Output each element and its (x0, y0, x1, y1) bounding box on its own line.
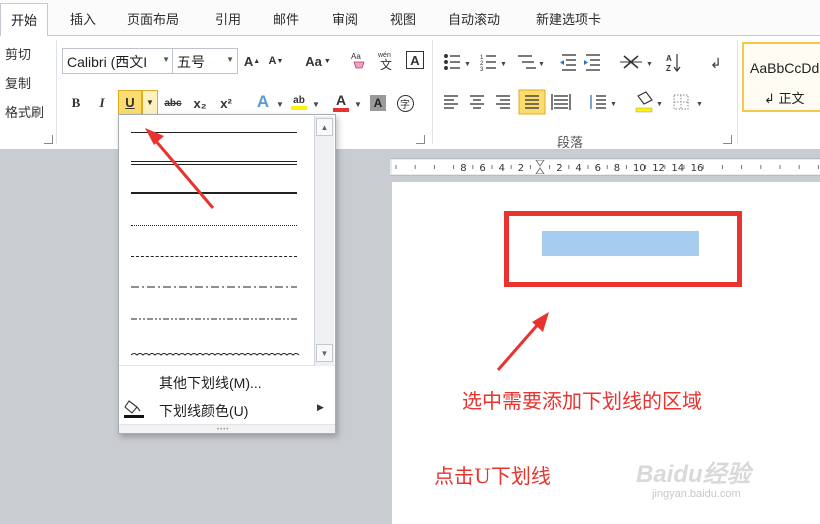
annotation-arrows (145, 128, 549, 371)
arrow-to-underline-icon (153, 139, 215, 209)
arrow-to-selection-icon (496, 321, 542, 371)
